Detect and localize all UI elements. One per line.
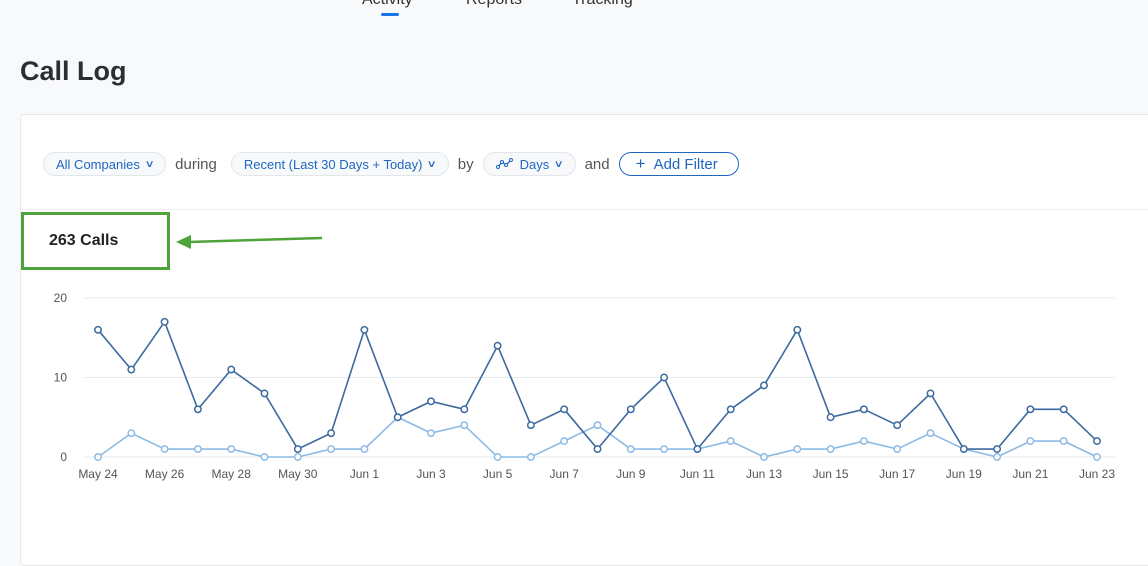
data-point-dark	[393, 413, 402, 422]
data-point-light	[193, 445, 202, 453]
data-point-dark	[327, 429, 336, 438]
data-point-light	[460, 421, 469, 430]
x-tick-label: Jun 9	[616, 467, 646, 481]
data-point-dark	[660, 373, 669, 382]
data-point-dark	[726, 405, 735, 414]
data-point-light	[793, 445, 802, 453]
data-point-dark	[626, 405, 635, 414]
annotation-arrowhead	[176, 235, 191, 249]
x-tick-label: Jun 17	[879, 467, 915, 481]
data-point-light	[127, 429, 136, 438]
data-point-dark	[127, 365, 136, 374]
annotation-arrow	[187, 236, 323, 244]
data-point-light	[293, 453, 302, 461]
y-tick-label: 0	[60, 450, 67, 464]
data-point-dark	[760, 381, 768, 390]
x-tick-label: Jun 1	[350, 467, 380, 481]
data-point-light	[160, 445, 169, 453]
data-point-dark	[926, 389, 935, 398]
data-point-dark	[593, 445, 602, 453]
data-point-light	[926, 429, 935, 438]
data-point-dark	[859, 405, 868, 414]
data-point-light	[427, 429, 435, 438]
y-tick-label: 20	[54, 291, 68, 305]
data-point-light	[726, 437, 735, 446]
x-tick-label: Jun 5	[483, 467, 513, 481]
data-point-light	[360, 445, 369, 453]
x-tick-label: Jun 19	[946, 467, 982, 481]
data-point-light	[493, 453, 502, 461]
data-point-light	[593, 421, 602, 430]
data-point-light	[327, 445, 336, 453]
data-point-dark	[360, 325, 369, 334]
x-tick-label: May 30	[278, 467, 318, 481]
x-tick-label: May 26	[145, 467, 185, 481]
data-point-light	[94, 453, 102, 461]
data-point-dark	[493, 341, 502, 350]
data-point-dark	[227, 365, 236, 374]
data-point-dark	[1093, 437, 1101, 446]
data-point-dark	[1059, 405, 1068, 414]
data-point-light	[859, 437, 868, 446]
x-tick-label: Jun 3	[416, 467, 446, 481]
data-point-light	[1093, 453, 1101, 461]
data-point-dark	[526, 421, 535, 430]
data-point-dark	[260, 389, 269, 398]
data-point-dark	[1026, 405, 1035, 414]
data-point-light	[1026, 437, 1035, 446]
data-point-light	[260, 453, 269, 461]
data-point-dark	[193, 405, 202, 414]
data-point-dark	[793, 325, 802, 334]
data-point-light	[1059, 437, 1068, 446]
data-point-dark	[959, 445, 968, 453]
data-point-dark	[427, 397, 435, 406]
x-tick-label: Jun 11	[680, 467, 715, 481]
data-point-dark	[826, 413, 835, 422]
data-point-dark	[94, 325, 102, 334]
x-tick-label: Jun 15	[813, 467, 849, 481]
data-point-light	[660, 445, 669, 453]
data-point-light	[760, 453, 768, 461]
x-tick-label: Jun 7	[550, 467, 580, 481]
data-point-dark	[893, 421, 902, 430]
x-tick-label: May 28	[212, 467, 252, 481]
data-point-light	[626, 445, 635, 453]
data-point-light	[560, 437, 569, 446]
data-point-light	[227, 445, 236, 453]
series-line-dark	[97, 320, 1098, 451]
x-tick-label: May 24	[78, 467, 118, 481]
data-point-dark	[693, 445, 702, 453]
data-point-dark	[560, 405, 569, 414]
data-point-light	[826, 445, 835, 453]
y-tick-label: 10	[54, 371, 68, 385]
x-tick-label: Jun 23	[1079, 467, 1115, 481]
data-point-light	[993, 453, 1002, 461]
data-point-dark	[160, 317, 169, 326]
data-point-dark	[993, 445, 1002, 453]
data-point-dark	[460, 405, 469, 414]
calls-line-chart: 0 10 20 May 24 May 26 May 28 May 30 Jun 1 Jun 3 J…	[54, 235, 1115, 481]
data-point-light	[893, 445, 902, 453]
data-point-dark	[293, 445, 302, 453]
data-point-light	[526, 453, 535, 461]
x-tick-label: Jun 21	[1012, 467, 1048, 481]
x-tick-label: Jun 13	[746, 467, 782, 481]
